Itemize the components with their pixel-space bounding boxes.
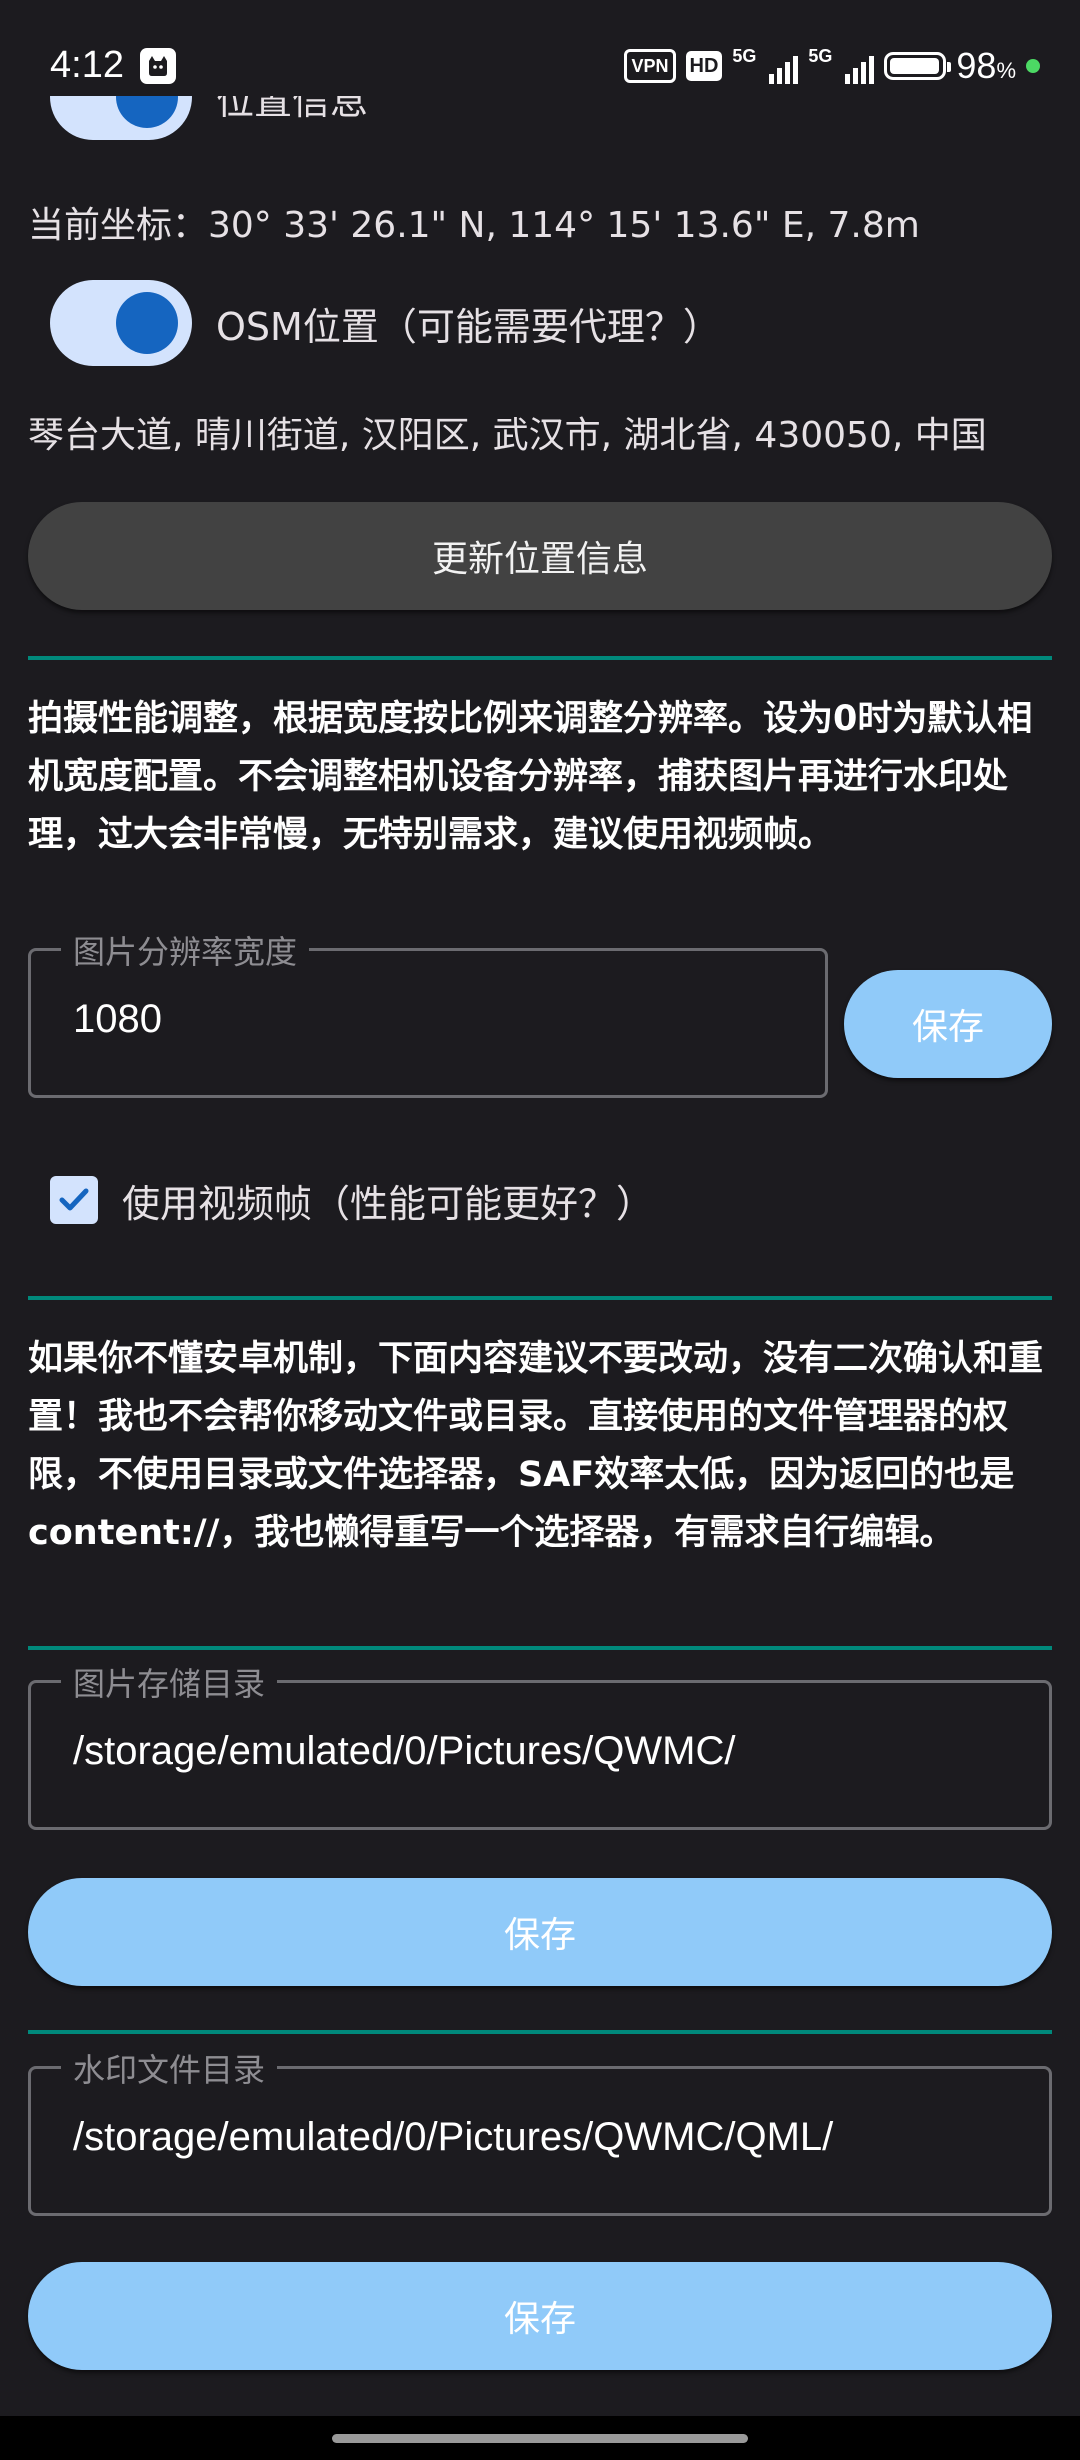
watermark-dir-label: 水印文件目录 bbox=[61, 2045, 278, 2091]
vpn-icon: VPN bbox=[624, 49, 676, 83]
battery-percent: 98% bbox=[956, 45, 1016, 86]
app-notification-icon bbox=[140, 48, 176, 84]
privacy-indicator-dot bbox=[1026, 59, 1040, 73]
signal-icon-sim2: 5G bbox=[808, 46, 875, 86]
image-dir-input[interactable]: /storage/emulated/0/Pictures/QWMC/ bbox=[73, 1729, 735, 1774]
video-frame-label: 使用视频帧（性能可能更好？） bbox=[122, 1181, 655, 1226]
hd-voice-icon: HD bbox=[685, 51, 723, 81]
osm-switch-row[interactable]: OSM位置（可能需要代理？） bbox=[50, 278, 721, 368]
save-image-width-button[interactable]: 保存 bbox=[844, 970, 1052, 1078]
image-width-field[interactable]: 图片分辨率宽度 1080 bbox=[28, 927, 828, 1098]
osm-toggle[interactable] bbox=[50, 280, 192, 366]
gesture-handle[interactable] bbox=[332, 2434, 748, 2443]
network-type-label: 5G bbox=[732, 46, 757, 66]
save-image-dir-button[interactable]: 保存 bbox=[28, 1878, 1052, 1986]
image-width-input[interactable]: 1080 bbox=[73, 997, 162, 1042]
storage-warning: 如果你不懂安卓机制，下面内容建议不要改动，没有二次确认和重置！我也不会帮你移动文… bbox=[28, 1339, 1044, 1553]
section-divider bbox=[28, 2030, 1052, 2034]
osm-toggle-label: OSM位置（可能需要代理？） bbox=[216, 304, 721, 349]
navigation-bar bbox=[0, 2416, 1080, 2460]
video-frame-row[interactable]: 使用视频帧（性能可能更好？） bbox=[50, 1170, 654, 1230]
status-bar: 4:12 VPN HD 5G 5G 98% bbox=[0, 0, 1080, 96]
toggle-thumb bbox=[116, 292, 178, 354]
signal-icon-sim1: 5G bbox=[732, 46, 799, 86]
network-type-label: 5G bbox=[808, 46, 833, 66]
resolved-address: 琴台大道, 晴川街道, 汉阳区, 武汉市, 湖北省, 430050, 中国 bbox=[28, 415, 987, 456]
image-dir-field[interactable]: 图片存储目录 /storage/emulated/0/Pictures/QWMC… bbox=[28, 1659, 1052, 1830]
image-dir-label: 图片存储目录 bbox=[61, 1659, 278, 1705]
watermark-dir-input[interactable]: /storage/emulated/0/Pictures/QWMC/QML/ bbox=[73, 2115, 833, 2160]
battery-icon bbox=[884, 52, 952, 80]
image-width-label: 图片分辨率宽度 bbox=[61, 927, 310, 973]
video-frame-checkbox[interactable] bbox=[50, 1176, 98, 1224]
status-time: 4:12 bbox=[50, 44, 124, 86]
current-coordinates: 当前坐标：30° 33' 26.1" N, 114° 15' 13.6" E, … bbox=[28, 205, 920, 246]
save-watermark-dir-button[interactable]: 保存 bbox=[28, 2262, 1052, 2370]
status-icons: VPN HD 5G 5G 98% bbox=[624, 44, 1040, 88]
settings-screen: 4:12 VPN HD 5G 5G 98% 位置信息 当前坐标：30° 33' … bbox=[0, 0, 1080, 2460]
watermark-dir-field[interactable]: 水印文件目录 /storage/emulated/0/Pictures/QWMC… bbox=[28, 2045, 1052, 2216]
section-divider bbox=[28, 656, 1052, 660]
update-location-button[interactable]: 更新位置信息 bbox=[28, 502, 1052, 610]
section-divider bbox=[28, 1646, 1052, 1650]
performance-description: 拍摄性能调整，根据宽度按比例来调整分辨率。设为0时为默认相机宽度配置。不会调整相… bbox=[28, 699, 1033, 855]
check-icon bbox=[59, 1188, 89, 1211]
section-divider bbox=[28, 1296, 1052, 1300]
